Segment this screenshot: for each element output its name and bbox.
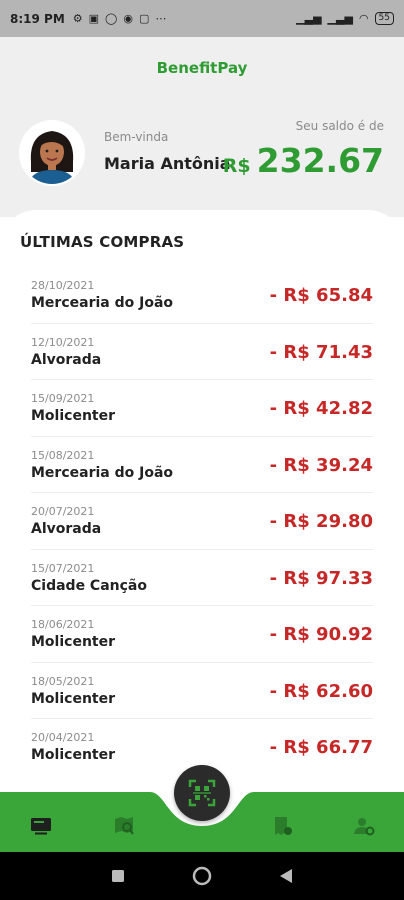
purchase-store: Molicenter <box>31 747 115 763</box>
notification-icons: ⚙ ▣ ◯ ◉ ▢ ⋯ <box>73 12 167 25</box>
purchase-amount: - R$ 71.43 <box>269 341 373 363</box>
settings-icon: ⚙ <box>72 12 83 25</box>
recents-button[interactable] <box>108 866 128 886</box>
purchase-amount: - R$ 39.24 <box>269 454 373 476</box>
list-item[interactable]: 15/08/2021 Mercearia do João - R$ 39.24 <box>31 437 373 493</box>
purchase-amount: - R$ 66.77 <box>269 737 373 758</box>
purchase-date: 18/06/2021 <box>31 618 95 631</box>
home-button[interactable] <box>192 866 212 886</box>
status-time: 8:19 PM <box>10 11 65 26</box>
qr-scan-button[interactable] <box>174 765 230 821</box>
list-item[interactable]: 15/07/2021 Cidade Canção - R$ 97.33 <box>31 550 373 606</box>
purchase-amount: - R$ 42.82 <box>269 398 373 419</box>
list-item[interactable]: 20/07/2021 Alvorada - R$ 29.80 <box>31 493 373 550</box>
purchase-amount: - R$ 90.92 <box>269 624 373 645</box>
purchases-title: ÚLTIMAS COMPRAS <box>20 233 185 251</box>
app-brand-title: BenefitPay <box>156 59 248 77</box>
list-item[interactable]: 18/05/2021 Molicenter - R$ 62.60 <box>31 663 373 719</box>
purchase-amount: - R$ 29.80 <box>269 511 373 532</box>
list-item[interactable]: 28/10/2021 Mercearia do João - R$ 65.84 <box>31 267 373 324</box>
app-header: BenefitPay Bem-vinda Maria Antônia Seu s… <box>0 37 404 217</box>
signal-icon-2: ▁▃▅ <box>327 12 353 25</box>
purchase-date: 28/10/2021 <box>31 279 95 292</box>
system-nav-bar <box>0 852 404 900</box>
purchase-store: Cidade Canção <box>31 577 147 594</box>
status-bar: 8:19 PM ⚙ ▣ ◯ ◉ ▢ ⋯ ▁▃▅ ▁▃▅ ◠ 55 <box>0 0 404 37</box>
purchases-list[interactable]: 28/10/2021 Mercearia do João - R$ 65.84 … <box>31 267 373 776</box>
balance-amount: R$ 232.67 <box>223 141 384 180</box>
back-button[interactable] <box>276 866 296 886</box>
purchase-date: 18/05/2021 <box>31 674 95 688</box>
receipt-icon[interactable] <box>270 814 294 838</box>
app-icon: ▢ <box>138 12 150 25</box>
wifi-icon: ◠ <box>358 12 369 25</box>
purchase-store: Molicenter <box>31 690 115 707</box>
purchase-date: 15/09/2021 <box>31 392 95 405</box>
wallet-icon[interactable] <box>29 814 53 838</box>
balance-label: Seu saldo é de <box>295 119 384 133</box>
more-icon: ⋯ <box>155 12 167 25</box>
purchase-date: 15/08/2021 <box>31 448 95 462</box>
mail-icon: ▣ <box>88 12 100 25</box>
purchase-amount: - R$ 97.33 <box>269 567 373 589</box>
purchase-amount: - R$ 62.60 <box>269 680 373 702</box>
purchase-date: 20/04/2021 <box>31 731 95 744</box>
whatsapp-icon: ◯ <box>105 12 118 25</box>
purchase-store: Molicenter <box>31 634 115 650</box>
user-settings-icon[interactable] <box>352 814 376 838</box>
purchase-store: Molicenter <box>31 408 115 424</box>
purchase-date: 15/07/2021 <box>31 561 95 575</box>
chat-icon: ◉ <box>123 12 133 25</box>
purchases-card: ÚLTIMAS COMPRAS 28/10/2021 Mercearia do … <box>0 210 404 830</box>
list-item[interactable]: 18/06/2021 Molicenter - R$ 90.92 <box>31 606 373 663</box>
balance-value: 232.67 <box>256 141 384 180</box>
battery-icon: 55 <box>374 12 394 25</box>
welcome-label: Bem-vinda <box>104 130 169 144</box>
purchase-store: Alvorada <box>31 351 102 368</box>
avatar[interactable] <box>21 122 83 184</box>
qr-scan-icon <box>188 779 216 807</box>
signal-icon: ▁▃▅ <box>296 12 322 25</box>
purchase-store: Mercearia do João <box>31 295 174 311</box>
balance-currency: R$ <box>222 155 251 177</box>
purchase-store: Alvorada <box>31 521 102 537</box>
map-search-icon[interactable] <box>112 814 136 838</box>
purchase-store: Mercearia do João <box>31 464 174 481</box>
list-item[interactable]: 12/10/2021 Alvorada - R$ 71.43 <box>31 324 373 380</box>
purchase-amount: - R$ 65.84 <box>269 285 373 306</box>
purchase-date: 20/07/2021 <box>31 505 95 518</box>
purchase-date: 12/10/2021 <box>31 335 95 349</box>
list-item[interactable]: 15/09/2021 Molicenter - R$ 42.82 <box>31 380 373 437</box>
user-name: Maria Antônia <box>104 154 231 173</box>
